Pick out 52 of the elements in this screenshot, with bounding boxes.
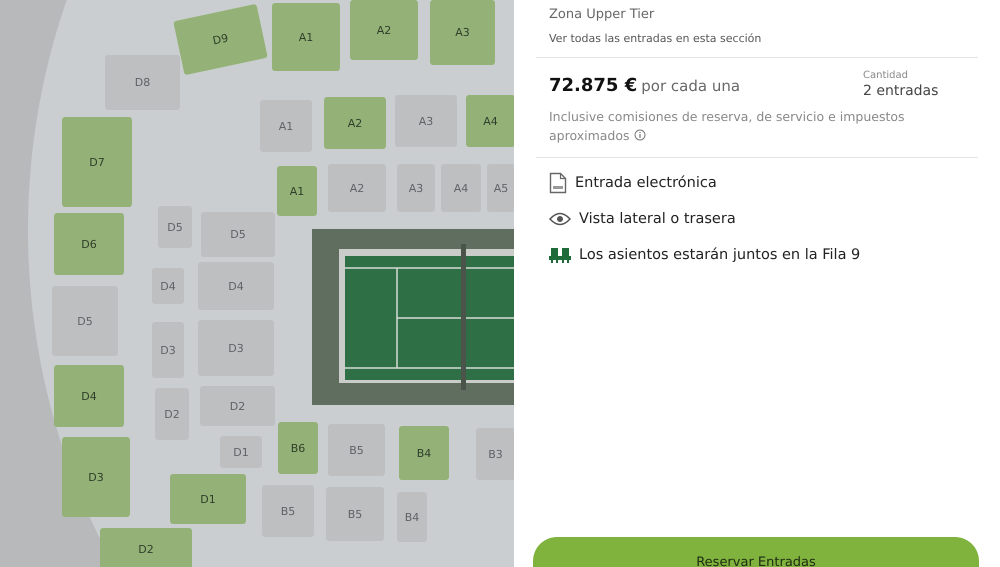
fees-note: aproximados [549, 127, 630, 145]
seat-section[interactable]: D3 [198, 320, 274, 376]
seat-section[interactable]: B4 [399, 426, 449, 480]
seat-section[interactable]: D1 [220, 436, 262, 468]
seat-section[interactable]: A5 [487, 164, 514, 212]
price-suffix: por cada una [641, 77, 740, 95]
seat-section[interactable]: D4 [198, 262, 274, 310]
seat-section[interactable]: B3 [476, 428, 514, 480]
seat-section[interactable]: D8 [105, 55, 180, 110]
seat-section[interactable]: D6 [54, 213, 124, 275]
seat-section[interactable]: A1 [272, 3, 340, 71]
seat-section[interactable]: D1 [170, 474, 246, 524]
feature-text: Vista lateral o trasera [579, 211, 736, 227]
seat-section[interactable]: B4 [397, 492, 427, 542]
price: 72.875 € [549, 75, 638, 96]
seat-section[interactable]: D5 [201, 212, 275, 257]
feature-text: Los asientos estarán juntos en la Fila 9 [579, 247, 860, 263]
fees-note: Inclusive comisiones de reserva, de servicio e impuestos [549, 108, 905, 126]
seat-section[interactable]: A1 [277, 166, 317, 216]
seat-section[interactable]: A2 [350, 0, 418, 60]
seat-section[interactable]: B5 [328, 424, 385, 476]
seat-section[interactable]: A4 [466, 95, 514, 147]
seat-section[interactable]: D2 [100, 528, 192, 567]
seat-section[interactable]: A2 [328, 164, 386, 212]
seat-section[interactable]: A3 [397, 164, 435, 212]
see-all-link[interactable]: Ver todas las entradas en esta sección [549, 32, 965, 45]
seat-section[interactable]: D4 [54, 365, 124, 427]
seat-section[interactable]: B5 [262, 485, 314, 537]
info-icon[interactable] [634, 129, 646, 141]
seat-section[interactable]: D2 [155, 388, 189, 440]
seat-section[interactable]: A1 [260, 100, 312, 152]
seat-section[interactable]: D5 [158, 206, 192, 248]
seat-section[interactable]: A3 [395, 95, 457, 147]
document-icon [549, 172, 567, 194]
seat-section[interactable]: D2 [200, 386, 275, 426]
seat-section[interactable]: A4 [441, 164, 481, 212]
seat-section[interactable]: A3 [430, 0, 495, 65]
seat-section[interactable]: A2 [324, 97, 386, 149]
seat-section[interactable]: B5 [326, 487, 384, 541]
seat-section[interactable]: D3 [152, 322, 184, 378]
seats-icon [549, 247, 571, 263]
seat-section[interactable]: D5 [52, 286, 118, 356]
quantity-value[interactable]: 2 entradas [863, 83, 965, 99]
quantity-label: Cantidad [863, 70, 909, 81]
feature-text: Entrada electrónica [575, 175, 717, 191]
seat-section[interactable]: D7 [62, 117, 132, 207]
book-tickets-button[interactable]: Reservar Entradas [533, 537, 979, 567]
seat-section[interactable]: D3 [62, 437, 130, 517]
seat-section[interactable]: D4 [152, 268, 184, 304]
zone-name: Zona Upper Tier [549, 7, 656, 22]
seat-section[interactable]: B6 [278, 422, 318, 474]
eye-icon [549, 212, 571, 226]
